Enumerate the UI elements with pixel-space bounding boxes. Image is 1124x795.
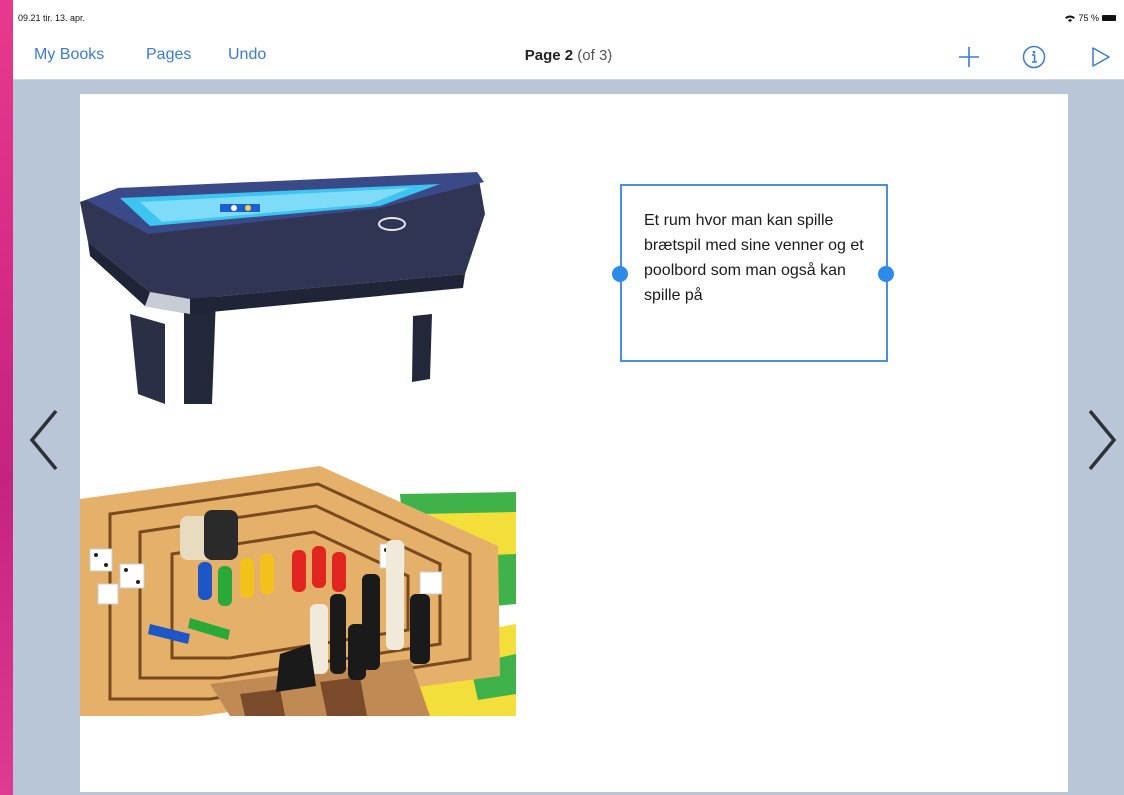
- battery-icon: [1102, 15, 1116, 21]
- previous-page-arrow-icon[interactable]: [24, 405, 64, 475]
- status-time-date: 09.21 tir. 13. apr.: [18, 13, 86, 23]
- page-number-label: Page 2: [524, 47, 574, 64]
- status-indicators: 75 %: [1065, 13, 1116, 23]
- navigation-bar: My Books Pages Undo Page 2 (of 3): [13, 30, 1124, 80]
- next-page-arrow-icon[interactable]: [1082, 405, 1122, 475]
- text-box-right-resize-handle[interactable]: [878, 266, 894, 282]
- battery-percent: 75 %: [1078, 13, 1099, 23]
- text-box-left-resize-handle[interactable]: [612, 266, 628, 282]
- board-games-image[interactable]: [80, 454, 516, 716]
- text-box[interactable]: Et rum hvor man kan spille brætspil med …: [620, 184, 888, 362]
- book-page: Et rum hvor man kan spille brætspil med …: [80, 94, 1068, 792]
- status-bar: 09.21 tir. 13. apr. 75 %: [13, 0, 1124, 30]
- background-wallpaper-strip: [0, 0, 13, 795]
- page-count-label: (of 3): [577, 47, 613, 64]
- play-icon[interactable]: [1087, 44, 1113, 70]
- wifi-icon: [1065, 15, 1076, 22]
- info-icon[interactable]: [1021, 44, 1047, 70]
- text-box-content[interactable]: Et rum hvor man kan spille brætspil med …: [644, 212, 864, 304]
- pool-table-image[interactable]: [80, 164, 500, 404]
- plus-icon[interactable]: [956, 44, 982, 70]
